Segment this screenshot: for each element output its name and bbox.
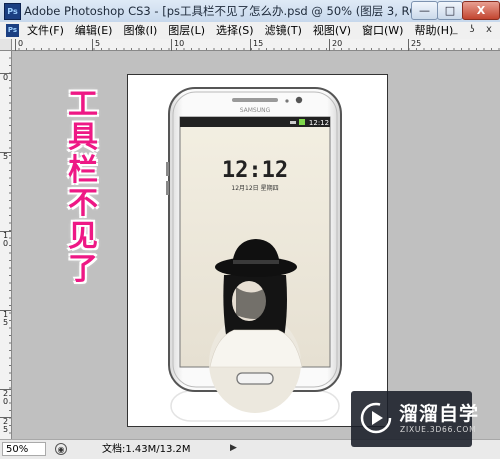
play-logo-icon (360, 402, 392, 434)
doc-close-button[interactable]: x (482, 23, 496, 36)
photoshop-app-icon: Ps (4, 3, 21, 20)
watermark-url: ZIXUE.3D66.COM (400, 425, 477, 434)
close-button[interactable]: X (462, 1, 500, 20)
document-ps-icon[interactable]: Ps (6, 24, 19, 37)
maximize-button[interactable]: □ (437, 1, 463, 20)
document-area: 0 5 10 15 20 25 0 5 1 0 1 5 2 0 2 5 工具栏不… (0, 39, 500, 439)
menu-view[interactable]: 视图(V) (313, 24, 351, 37)
menu-bar: Ps 文件(F) 编辑(E) 图像(I) 图层(L) 选择(S) 滤镜(T) 视… (0, 22, 500, 40)
ruler-v-label: 0 (2, 397, 9, 406)
title-bar: Ps Adobe Photoshop CS3 - [ps工具栏不见了怎么办.ps… (0, 0, 500, 23)
side-key (166, 181, 169, 195)
earpiece (232, 98, 278, 102)
ruler-h-label: 5 (92, 39, 100, 51)
document-canvas[interactable]: SAMSUNG 12:12 12:12 12月12日 星期四 (127, 74, 388, 427)
phone-illustration: SAMSUNG 12:12 12:12 12月12日 星期四 (166, 87, 342, 422)
status-info-icon[interactable]: ◉ (55, 443, 67, 455)
pasteboard[interactable]: 工具栏不见了 SAMSUNG 12:12 12:12 12月12日 星期四 (12, 51, 500, 439)
ruler-v-label: 0 (0, 73, 11, 82)
ruler-h-label: 0 (15, 39, 23, 51)
doc-minimize-button[interactable]: _ (448, 23, 462, 36)
horizontal-ruler[interactable]: 0 5 10 15 20 25 (12, 39, 500, 51)
menu-file[interactable]: 文件(F) (27, 24, 64, 37)
ruler-v-label: 0 (2, 239, 9, 248)
menu-select[interactable]: 选择(S) (216, 24, 254, 37)
watermark-badge: 溜溜自学 ZIXUE.3D66.COM (351, 391, 478, 447)
menu-edit[interactable]: 编辑(E) (75, 24, 113, 37)
side-key (166, 162, 169, 176)
overlay-caption: 工具栏不见了 (68, 87, 98, 287)
ruler-v-label: 5 (2, 318, 9, 327)
zoom-level-field[interactable]: 50% (2, 442, 46, 456)
status-menu-arrow-icon[interactable]: ▶ (230, 443, 237, 453)
document-size-info[interactable]: 文档:1.43M/13.2M (102, 443, 191, 456)
ruler-h-label: 15 (250, 39, 263, 51)
front-camera (295, 96, 303, 104)
ruler-origin[interactable] (0, 39, 12, 51)
ruler-h-label: 10 (171, 39, 184, 51)
phone-brand: SAMSUNG (240, 107, 271, 114)
menu-items: 文件(F) 编辑(E) 图像(I) 图层(L) 选择(S) 滤镜(T) 视图(V… (27, 24, 464, 37)
ruler-v-label: 5 (0, 152, 11, 161)
home-button (236, 372, 274, 385)
lockscreen-date: 12月12日 星期四 (231, 184, 278, 192)
vertical-ruler[interactable]: 0 5 1 0 1 5 2 0 2 5 (0, 51, 12, 439)
phone-status-bar (180, 117, 330, 127)
document-window-controls: _ ʖ x (445, 23, 496, 36)
status-time: 12:12 (309, 119, 329, 127)
window-title: Adobe Photoshop CS3 - [ps工具栏不见了怎么办.psd @… (24, 4, 457, 18)
menu-filter[interactable]: 滤镜(T) (265, 24, 302, 37)
minimize-button[interactable]: — (411, 1, 438, 20)
menu-image[interactable]: 图像(I) (123, 24, 157, 37)
ruler-h-label: 25 (408, 39, 421, 51)
ruler-h-label: 20 (329, 39, 342, 51)
ruler-v-label: 5 (2, 425, 9, 434)
lockscreen-clock: 12:12 (222, 158, 288, 183)
doc-restore-button[interactable]: ʖ (465, 23, 479, 36)
watermark-title: 溜溜自学 (399, 403, 480, 425)
menu-layer[interactable]: 图层(L) (168, 24, 205, 37)
menu-window[interactable]: 窗口(W) (362, 24, 403, 37)
